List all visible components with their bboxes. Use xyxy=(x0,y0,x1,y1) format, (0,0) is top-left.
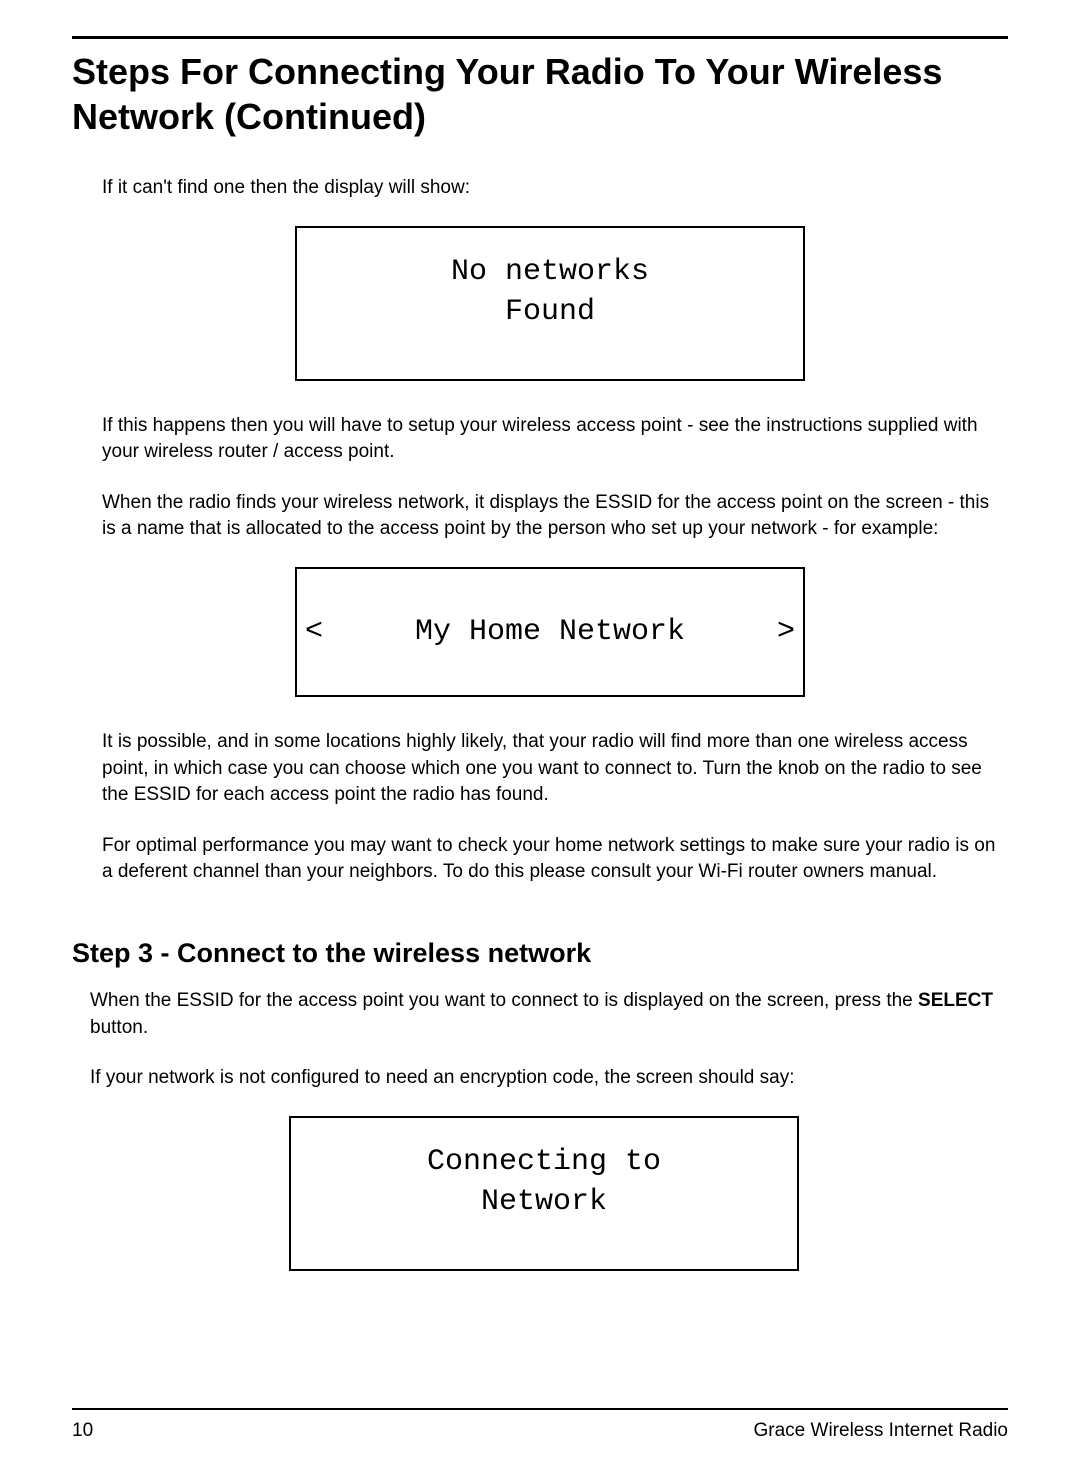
paragraph-4: It is possible, and in some locations hi… xyxy=(102,729,998,809)
step-3-heading: Step 3 - Connect to the wireless network xyxy=(72,938,1008,969)
paragraph-6: When the ESSID for the access point you … xyxy=(90,988,998,1041)
footer-rule xyxy=(72,1408,1008,1410)
chevron-left-icon: < xyxy=(305,615,323,649)
display-essid: < My Home Network > xyxy=(295,567,805,697)
manual-page: Steps For Connecting Your Radio To Your … xyxy=(0,0,1080,1472)
essid-text: My Home Network xyxy=(323,615,777,649)
paragraph-7: If your network is not configured to nee… xyxy=(90,1065,998,1092)
chevron-right-icon: > xyxy=(777,615,795,649)
display-no-networks: No networks Found xyxy=(295,226,805,381)
display-text: Connecting to Network xyxy=(299,1142,789,1223)
para6-prefix: When the ESSID for the access point you … xyxy=(90,990,918,1011)
header-rule xyxy=(72,36,1008,39)
paragraph-3: When the radio finds your wireless netwo… xyxy=(102,490,998,543)
display-connecting: Connecting to Network xyxy=(289,1116,799,1271)
footer-line: 10 Grace Wireless Internet Radio xyxy=(72,1420,1008,1442)
footer-title: Grace Wireless Internet Radio xyxy=(754,1420,1009,1442)
display-text: No networks Found xyxy=(305,252,795,333)
paragraph-5: For optimal performance you may want to … xyxy=(102,833,998,886)
select-button-label: SELECT xyxy=(918,990,993,1011)
paragraph-2: If this happens then you will have to se… xyxy=(102,413,998,466)
page-title: Steps For Connecting Your Radio To Your … xyxy=(72,49,1008,139)
page-number: 10 xyxy=(72,1420,93,1442)
body-content: If it can't find one then the display wi… xyxy=(72,175,1008,886)
step-3-body: When the ESSID for the access point you … xyxy=(72,988,1008,1271)
page-footer: 10 Grace Wireless Internet Radio xyxy=(72,1408,1008,1442)
paragraph-1: If it can't find one then the display wi… xyxy=(102,175,998,202)
para6-suffix: button. xyxy=(90,1017,148,1038)
